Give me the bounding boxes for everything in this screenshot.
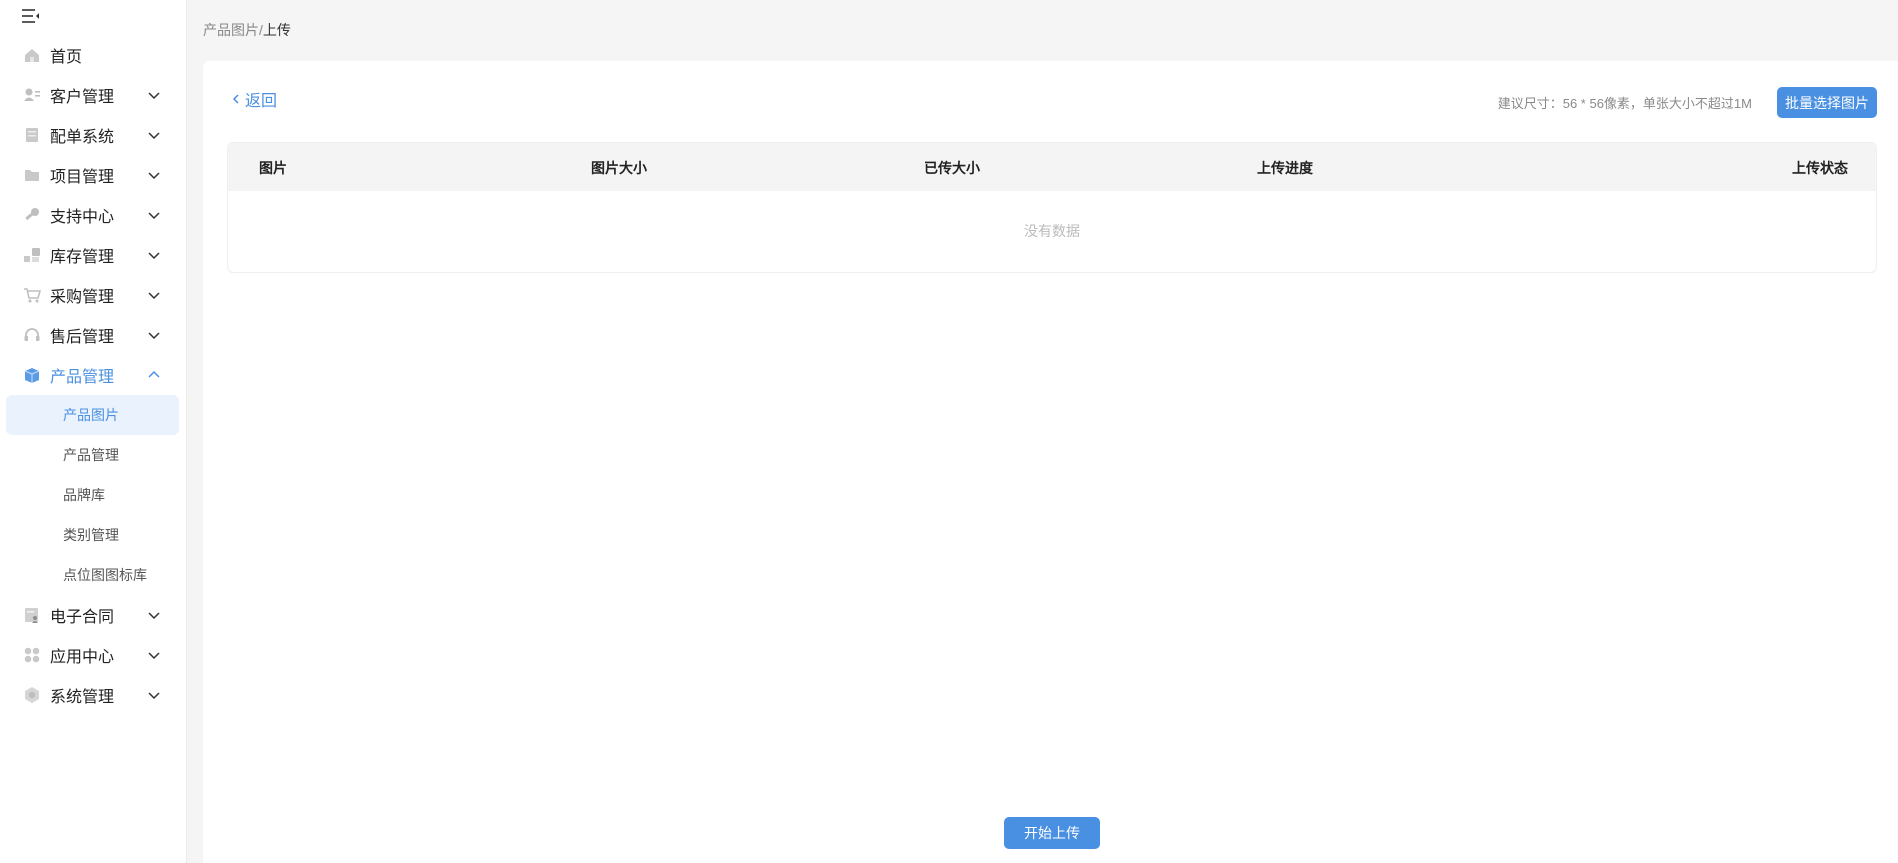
breadcrumb-parent[interactable]: 产品图片 — [203, 22, 259, 38]
sidebar-item-inventory[interactable]: 库存管理 — [0, 235, 187, 275]
sidebar-item-label: 配单系统 — [50, 129, 115, 146]
settings-icon — [22, 685, 42, 705]
sidebar-item-label: 支持中心 — [50, 209, 115, 226]
chevron-left-icon — [232, 94, 239, 104]
wrench-icon — [22, 205, 42, 225]
sidebar-item-e-contract[interactable]: 电子合同 — [0, 595, 187, 635]
sidebar: 首页 客户管理 配单系统 项目管理 支持中心 库存管理 采购管理 售后管理 产品… — [0, 0, 187, 863]
sidebar-subitem-brand-library[interactable]: 品牌库 — [0, 475, 187, 515]
sidebar-item-label: 电子合同 — [50, 609, 115, 626]
back-link[interactable]: 返回 — [231, 87, 277, 111]
chevron-down-icon — [147, 688, 161, 702]
chevron-down-icon — [147, 608, 161, 622]
menu-fold-icon[interactable] — [20, 6, 42, 26]
table-header: 图片 图片大小 已传大小 上传进度 上传状态 — [228, 143, 1876, 191]
upload-table: 图片 图片大小 已传大小 上传进度 上传状态 没有数据 — [227, 142, 1877, 273]
empty-state: 没有数据 — [1024, 223, 1080, 239]
chevron-down-icon — [147, 168, 161, 182]
sidebar-subitem-category[interactable]: 类别管理 — [0, 515, 187, 555]
sidebar-subitem-label: 产品管理 — [63, 447, 119, 463]
start-upload-button[interactable]: 开始上传 — [1004, 817, 1100, 849]
sidebar-subitem-label: 类别管理 — [63, 527, 119, 543]
sidebar-item-support[interactable]: 支持中心 — [0, 195, 187, 235]
chevron-down-icon — [147, 648, 161, 662]
headset-icon — [22, 325, 42, 345]
sidebar-item-label: 库存管理 — [50, 249, 115, 266]
sidebar-item-system[interactable]: 系统管理 — [0, 675, 187, 715]
sidebar-subitem-point-icon-library[interactable]: 点位图图标库 — [0, 555, 187, 595]
column-header-image: 图片 — [259, 160, 287, 176]
breadcrumb: 产品图片/上传 — [203, 20, 291, 40]
size-hint: 建议尺寸：56 * 56像素，单张大小不超过1M — [1497, 96, 1752, 111]
sidebar-item-label: 系统管理 — [50, 689, 115, 706]
chevron-down-icon — [147, 248, 161, 262]
box-icon — [22, 365, 42, 385]
customer-icon — [22, 85, 42, 105]
upload-panel: 返回 建议尺寸：56 * 56像素，单张大小不超过1M 批量选择图片 图片 图片… — [203, 61, 1898, 863]
chevron-up-icon — [147, 368, 161, 382]
sidebar-item-label: 采购管理 — [50, 289, 115, 306]
sidebar-item-customer[interactable]: 客户管理 — [0, 75, 187, 115]
sidebar-item-label: 项目管理 — [50, 169, 115, 186]
column-header-upload-status: 上传状态 — [1792, 160, 1848, 176]
breadcrumb-current: 上传 — [262, 22, 291, 38]
sidebar-subitem-product-images[interactable]: 产品图片 — [6, 395, 179, 435]
sidebar-subitem-product-management[interactable]: 产品管理 — [0, 435, 187, 475]
column-header-upload-progress: 上传进度 — [1257, 160, 1313, 176]
chevron-down-icon — [147, 328, 161, 342]
sidebar-item-purchase[interactable]: 采购管理 — [0, 275, 187, 315]
sidebar-item-label: 应用中心 — [50, 649, 115, 666]
cart-icon — [22, 285, 42, 305]
sidebar-item-label: 产品管理 — [50, 369, 115, 386]
column-header-image-size: 图片大小 — [591, 160, 647, 176]
home-icon — [22, 45, 42, 65]
back-label: 返回 — [245, 93, 278, 110]
order-icon — [22, 125, 42, 145]
sidebar-subitem-label: 点位图图标库 — [63, 567, 147, 583]
sidebar-item-label: 客户管理 — [50, 89, 115, 106]
sidebar-item-order-system[interactable]: 配单系统 — [0, 115, 187, 155]
sidebar-item-product[interactable]: 产品管理 — [0, 355, 187, 395]
sidebar-item-home[interactable]: 首页 — [0, 35, 187, 75]
chevron-down-icon — [147, 88, 161, 102]
sidebar-item-app-center[interactable]: 应用中心 — [0, 635, 187, 675]
sidebar-item-label: 售后管理 — [50, 329, 115, 346]
sidebar-item-after-sales[interactable]: 售后管理 — [0, 315, 187, 355]
sidebar-subitem-label: 品牌库 — [63, 487, 105, 503]
inventory-icon — [22, 245, 42, 265]
batch-select-images-button[interactable]: 批量选择图片 — [1777, 87, 1877, 118]
column-header-uploaded-size: 已传大小 — [924, 160, 980, 176]
sidebar-nav: 首页 客户管理 配单系统 项目管理 支持中心 库存管理 采购管理 售后管理 产品… — [0, 35, 187, 715]
sidebar-item-label: 首页 — [50, 49, 83, 66]
contract-icon — [22, 605, 42, 625]
chevron-down-icon — [147, 128, 161, 142]
chevron-down-icon — [147, 288, 161, 302]
apps-icon — [22, 645, 42, 665]
folder-icon — [22, 165, 42, 185]
sidebar-item-project[interactable]: 项目管理 — [0, 155, 187, 195]
chevron-down-icon — [147, 208, 161, 222]
sidebar-subitem-label: 产品图片 — [63, 407, 119, 423]
